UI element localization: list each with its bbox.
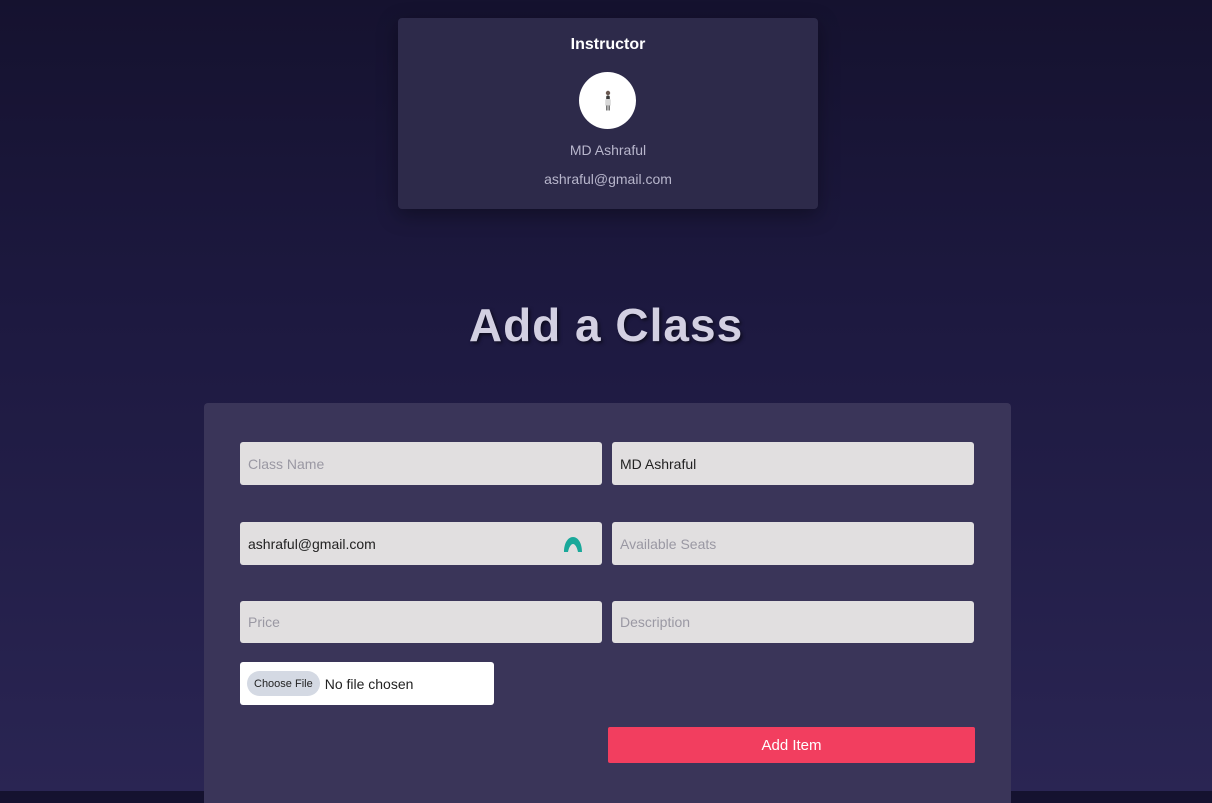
add-item-button[interactable]: Add Item — [608, 727, 975, 763]
available-seats-field[interactable] — [612, 522, 974, 565]
image-file-input[interactable]: Choose File No file chosen — [240, 662, 494, 705]
description-field[interactable] — [612, 601, 974, 643]
price-field[interactable] — [240, 601, 602, 643]
instructor-name-field[interactable] — [612, 442, 974, 485]
instructor-email: ashraful@gmail.com — [544, 171, 672, 187]
page-title: Add a Class — [468, 299, 744, 351]
instructor-card: Instructor MD Ashraful ashraful@gmail.co… — [398, 18, 818, 209]
avatar — [579, 72, 636, 129]
password-manager-icon[interactable] — [563, 535, 583, 553]
instructor-name-input[interactable] — [620, 455, 966, 472]
file-status-text: No file chosen — [324, 675, 414, 692]
available-seats-input[interactable] — [620, 535, 966, 552]
choose-file-button[interactable]: Choose File — [247, 671, 320, 696]
class-name-field[interactable] — [240, 442, 602, 485]
add-class-form: Choose File No file chosen Add Item — [204, 403, 1011, 803]
instructor-name: MD Ashraful — [569, 142, 647, 158]
price-input[interactable] — [248, 614, 594, 630]
class-name-input[interactable] — [248, 455, 594, 472]
person-photo-icon — [604, 90, 611, 110]
instructor-email-field[interactable] — [240, 522, 602, 565]
instructor-card-title: Instructor — [570, 36, 646, 53]
description-input[interactable] — [620, 614, 966, 630]
instructor-email-input[interactable] — [248, 535, 594, 552]
